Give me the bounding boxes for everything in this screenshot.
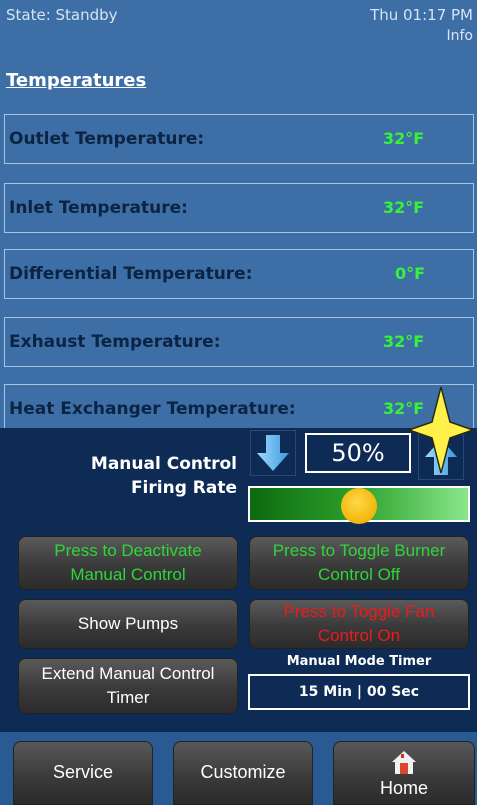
temp-row-heat-exchanger: Heat Exchanger Temperature: 32°F bbox=[4, 384, 474, 428]
temp-value: 32°F bbox=[383, 129, 425, 148]
temp-label: Differential Temperature: bbox=[9, 264, 253, 284]
manual-mode-timer-value: 15 Min | 00 Sec bbox=[248, 674, 470, 710]
deactivate-manual-control-button[interactable]: Press to Deactivate Manual Control bbox=[18, 536, 238, 590]
temp-value: 32°F bbox=[383, 198, 425, 217]
slider-thumb[interactable] bbox=[341, 488, 377, 524]
manual-control-label-line2: Firing Rate bbox=[130, 478, 237, 498]
temp-row-outlet: Outlet Temperature: 32°F bbox=[4, 114, 474, 164]
temp-row-exhaust: Exhaust Temperature: 32°F bbox=[4, 317, 474, 367]
service-label: Service bbox=[52, 762, 114, 782]
service-button[interactable]: Service bbox=[13, 741, 153, 805]
temp-value: 0°F bbox=[395, 264, 426, 283]
temp-label: Exhaust Temperature: bbox=[9, 332, 221, 352]
status-bar: State: Standby Thu 01:17 PM Info bbox=[0, 0, 477, 63]
star-cursor-icon bbox=[406, 386, 475, 474]
extend-manual-timer-button[interactable]: Extend Manual Control Timer bbox=[18, 658, 238, 714]
bottom-nav: Service Customize Home bbox=[0, 732, 477, 805]
temperatures-panel: Temperatures Outlet Temperature: 32°F In… bbox=[0, 62, 477, 428]
home-label: Home bbox=[379, 778, 428, 798]
temp-row-differential: Differential Temperature: 0°F bbox=[4, 249, 474, 299]
temp-row-inlet: Inlet Temperature: 32°F bbox=[4, 183, 474, 233]
home-button[interactable]: Home bbox=[333, 741, 475, 805]
temp-label: Inlet Temperature: bbox=[9, 198, 188, 218]
show-pumps-button[interactable]: Show Pumps bbox=[18, 599, 238, 649]
manual-control-label: Manual Control Firing Rate bbox=[91, 452, 237, 500]
datetime-text: Thu 01:17 PM bbox=[370, 6, 473, 24]
manual-control-label-line1: Manual Control bbox=[90, 454, 237, 474]
customize-button[interactable]: Customize bbox=[173, 741, 313, 805]
firing-rate-slider[interactable] bbox=[248, 486, 470, 524]
state-text: State: Standby bbox=[6, 6, 118, 24]
manual-mode-timer-title: Manual Mode Timer bbox=[286, 654, 432, 669]
temp-label: Outlet Temperature: bbox=[9, 129, 205, 149]
home-icon bbox=[392, 751, 416, 774]
toggle-burner-control-button[interactable]: Press to Toggle Burner Control Off bbox=[249, 536, 469, 590]
decrease-rate-button[interactable] bbox=[250, 430, 296, 476]
customize-label: Customize bbox=[200, 762, 286, 782]
temp-label: Heat Exchanger Temperature: bbox=[9, 399, 296, 419]
arrow-down-icon bbox=[257, 435, 289, 471]
temperatures-title: Temperatures bbox=[6, 70, 147, 91]
temp-value: 32°F bbox=[383, 332, 425, 351]
info-link[interactable]: Info bbox=[447, 28, 474, 44]
screen: State: Standby Thu 01:17 PM Info Tempera… bbox=[0, 0, 477, 805]
firing-rate-display: 50% bbox=[305, 433, 411, 473]
toggle-fan-control-button[interactable]: Press to Toggle Fan Control On bbox=[249, 599, 469, 649]
